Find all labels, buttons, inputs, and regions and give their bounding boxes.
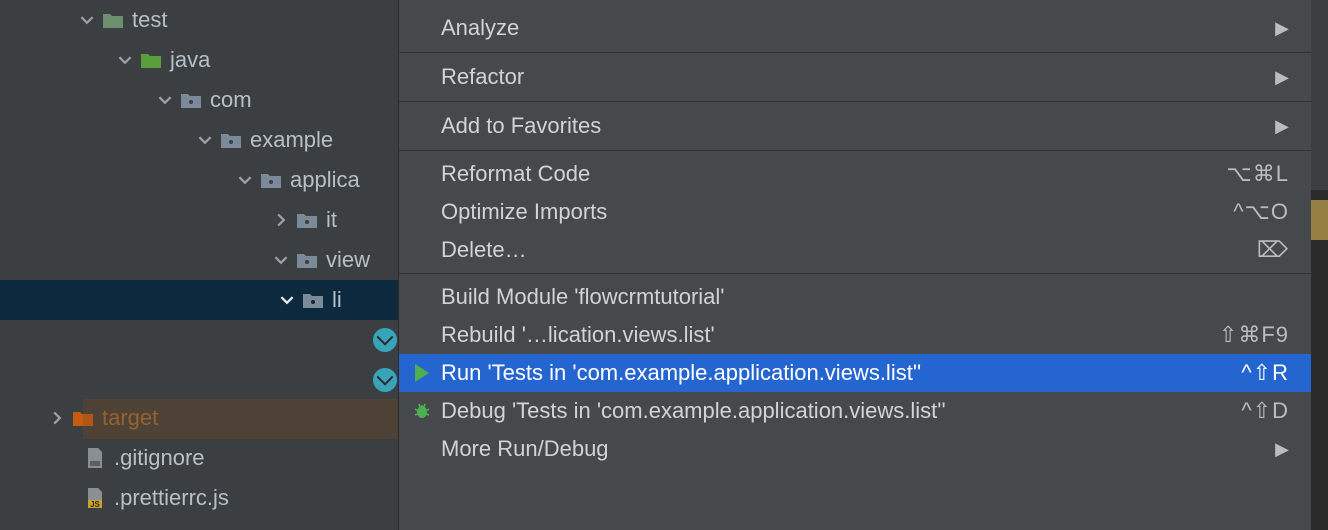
menu-item-analyze[interactable]: Analyze ▶: [399, 8, 1311, 48]
menu-label: Delete…: [441, 237, 1257, 263]
menu-item-more-run[interactable]: More Run/Debug ▶: [399, 430, 1311, 468]
tree-folder-java[interactable]: java: [0, 40, 398, 80]
menu-shortcut: ⇧⌘F9: [1219, 322, 1289, 348]
tree-folder-target[interactable]: target: [0, 398, 398, 438]
menu-label: Refactor: [441, 64, 1289, 90]
tree-label: target: [102, 405, 158, 431]
menu-item-run-tests[interactable]: Run 'Tests in 'com.example.application.v…: [399, 354, 1311, 392]
tree-folder-it[interactable]: it: [0, 200, 398, 240]
tree-folder-com[interactable]: com: [0, 80, 398, 120]
tree-label: li: [332, 287, 342, 313]
class-icon: [373, 328, 397, 352]
project-tree: test java com example: [0, 0, 398, 530]
menu-separator: [399, 150, 1311, 151]
tree-label: .prettierrc.js: [114, 485, 229, 511]
menu-item-reformat[interactable]: Reformat Code ⌥⌘L: [399, 155, 1311, 193]
menu-shortcut: ⌥⌘L: [1226, 161, 1289, 187]
tree-label: it: [326, 207, 337, 233]
menu-item-cutoff[interactable]: [399, 0, 1311, 8]
menu-label: Rebuild '…lication.views.list': [441, 322, 1219, 348]
package-icon: [302, 290, 324, 310]
menu-separator: [399, 52, 1311, 53]
menu-item-delete[interactable]: Delete… ⌦: [399, 231, 1311, 269]
menu-label: Analyze: [441, 15, 1289, 41]
right-gutter: [1311, 0, 1328, 530]
menu-shortcut: ⌦: [1257, 237, 1289, 263]
menu-label: Debug 'Tests in 'com.example.application…: [441, 398, 1241, 424]
menu-label: Reformat Code: [441, 161, 1226, 187]
bug-icon: [409, 401, 435, 421]
chevron-down-icon: [156, 93, 174, 107]
context-menu: Analyze ▶ Refactor ▶ Add to Favorites ▶ …: [398, 0, 1311, 530]
tree-label: test: [132, 7, 167, 33]
menu-item-refactor[interactable]: Refactor ▶: [399, 57, 1311, 97]
chevron-down-icon: [78, 13, 96, 27]
chevron-down-icon: [116, 53, 134, 67]
chevron-down-icon: [236, 173, 254, 187]
menu-label: More Run/Debug: [441, 436, 1289, 462]
menu-separator: [399, 101, 1311, 102]
menu-item-optimize[interactable]: Optimize Imports ^⌥O: [399, 193, 1311, 231]
folder-icon: [140, 50, 162, 70]
submenu-arrow-icon: ▶: [1275, 116, 1289, 137]
menu-label: Optimize Imports: [441, 199, 1233, 225]
menu-shortcut: ^⇧D: [1241, 398, 1289, 424]
file-icon: [84, 447, 106, 469]
tree-file-gitignore[interactable]: .gitignore: [0, 438, 398, 478]
run-icon: [409, 364, 435, 382]
tree-blank-row-2: [0, 358, 398, 398]
package-icon: [220, 130, 242, 150]
tree-label: view: [326, 247, 370, 273]
menu-label: Run 'Tests in 'com.example.application.v…: [441, 360, 1241, 386]
menu-label: Add to Favorites: [441, 113, 1289, 139]
tree-label: example: [250, 127, 333, 153]
tree-label: com: [210, 87, 252, 113]
menu-item-rebuild[interactable]: Rebuild '…lication.views.list' ⇧⌘F9: [399, 316, 1311, 354]
chevron-down-icon: [272, 253, 290, 267]
tree-label: java: [170, 47, 210, 73]
chevron-right-icon: [48, 411, 66, 425]
menu-item-build[interactable]: Build Module 'flowcrmtutorial': [399, 278, 1311, 316]
svg-text:JS: JS: [90, 500, 100, 509]
menu-shortcut: ^⇧R: [1241, 360, 1289, 386]
menu-separator: [399, 273, 1311, 274]
submenu-arrow-icon: ▶: [1275, 18, 1289, 39]
tree-label: .gitignore: [114, 445, 205, 471]
folder-icon: [72, 408, 94, 428]
tree-folder-example[interactable]: example: [0, 120, 398, 160]
class-icon: [373, 368, 397, 392]
js-file-icon: JS: [84, 487, 106, 509]
tree-file-prettierrc[interactable]: JS .prettierrc.js: [0, 478, 398, 518]
tree-folder-list[interactable]: li: [0, 280, 398, 320]
package-icon: [180, 90, 202, 110]
menu-item-add-favorites[interactable]: Add to Favorites ▶: [399, 106, 1311, 146]
package-icon: [296, 250, 318, 270]
menu-shortcut: ^⌥O: [1233, 199, 1289, 225]
tree-folder-test[interactable]: test: [0, 0, 398, 40]
menu-label: Build Module 'flowcrmtutorial': [441, 284, 1289, 310]
chevron-right-icon: [272, 213, 290, 227]
menu-item-debug-tests[interactable]: Debug 'Tests in 'com.example.application…: [399, 392, 1311, 430]
chevron-down-icon: [278, 293, 296, 307]
folder-icon: [102, 10, 124, 30]
package-icon: [296, 210, 318, 230]
chevron-down-icon: [196, 133, 214, 147]
package-icon: [260, 170, 282, 190]
tree-folder-view[interactable]: view: [0, 240, 398, 280]
submenu-arrow-icon: ▶: [1275, 439, 1289, 460]
tree-folder-application[interactable]: applica: [0, 160, 398, 200]
gutter-marker: [1311, 200, 1328, 240]
tree-label: applica: [290, 167, 360, 193]
submenu-arrow-icon: ▶: [1275, 67, 1289, 88]
tree-blank-row-1: [0, 320, 398, 358]
